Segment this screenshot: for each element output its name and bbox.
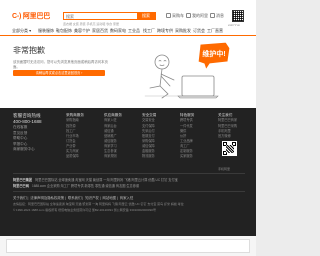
maintenance-badge: 维护中!	[197, 41, 231, 72]
footer-link[interactable]: 先采后付	[142, 129, 156, 134]
chevron-down-icon: ▾	[29, 28, 32, 33]
nav-item[interactable]: 订货会	[193, 28, 205, 34]
messages-label: 消息	[216, 13, 224, 18]
footer-link[interactable]: 商家规则	[104, 154, 122, 159]
footer: 客服咨询热线 400-800-1688 在线客服 意见反馈 帮助中心 举报中心 …	[0, 108, 256, 256]
bottom-panel	[6, 239, 250, 253]
footer-link[interactable]: 物流服务	[142, 154, 156, 159]
search-button[interactable]: 搜索	[137, 13, 155, 19]
nav-item[interactable]: 服装服饰	[38, 28, 54, 34]
footer-divider	[13, 173, 245, 174]
site-logo[interactable]: C-) 阿里巴巴	[12, 11, 50, 21]
enterprise-row: 阿里巴巴网 1688.com 企业采购 淘工厂 跨境专供 新零售 零售通 诚信通 …	[13, 183, 139, 188]
logo-text: 阿里巴巴	[22, 13, 51, 20]
my-alibaba-label: 我的阿里	[192, 13, 208, 18]
footer-link[interactable]: 网站地图	[102, 196, 116, 200]
nav-item[interactable]: 鞋包配饰	[56, 28, 72, 34]
app-qr-code-icon[interactable]	[232, 10, 244, 22]
error-panel: 非常抱歉 该页面暂时无法访问，您可以先浏览其他页面或稍后再访问本页面。 请稍后再…	[0, 36, 256, 108]
message-icon	[210, 13, 215, 18]
footer-column-supplier: 供应商服务 商家入驻 商家后台 诚信通 营销推广 诚信服务 商家学习 生意参谋 …	[104, 113, 122, 159]
main-nav: 全部分类 ▾ 服装服饰 鞋包配饰 美容个护 家居百货 数码家电 工业品 找工厂 …	[0, 26, 256, 36]
footer-link[interactable]: 交易安全	[142, 118, 156, 123]
footer-link[interactable]: 官方微博	[218, 134, 237, 139]
all-categories-button[interactable]: 全部分类 ▾	[12, 28, 31, 34]
cart-link[interactable]: 采购车	[166, 13, 184, 19]
footer-link[interactable]: 品质保障	[66, 154, 84, 159]
footer-link[interactable]: 一件代发	[180, 124, 194, 129]
nav-item[interactable]: 采购批发	[175, 28, 191, 34]
footer-link[interactable]: 知识产权	[85, 196, 99, 200]
footer-service: 客服咨询热线 400-800-1688 在线客服 意见反馈 帮助中心 举报中心 …	[13, 113, 42, 153]
bottom-bar	[0, 236, 256, 256]
footer-link[interactable]: 阿里巴巴采购	[218, 124, 237, 129]
nav-item[interactable]: 跨境专供	[157, 28, 173, 34]
footer-column-buyer: 采购商服务 采购指南 找货源 找工厂 行业市场 订货会 产业带 实力商家 品质保…	[66, 113, 84, 159]
nav-item[interactable]: 工业品	[128, 28, 140, 34]
nav-item[interactable]: 工厂直营	[207, 28, 223, 34]
all-categories-label: 全部分类	[12, 28, 28, 33]
footer-link[interactable]: 买家服务	[180, 154, 194, 159]
enterprise-label: 阿里巴巴集团	[13, 178, 33, 182]
nav-item[interactable]: 数码家电	[110, 28, 126, 34]
search-box: 搜索	[63, 12, 156, 20]
footer-link[interactable]: 联系我们	[68, 196, 82, 200]
back-home-button[interactable]: 请稍后再试或点击这里返回首页 ›	[13, 70, 105, 76]
enterprise-row: 阿里巴巴集团 阿里巴巴国际站 全球速卖通 淘宝网 天猫 聚划算 一淘 阿里妈妈 飞…	[13, 177, 178, 182]
footer-column-follow: 关注我们 阿里巴巴商家 阿里巴巴采购 手机阿里 官方微博	[218, 113, 237, 139]
enterprise-links[interactable]: 阿里巴巴国际站 全球速卖通 淘宝网 天猫 聚划算 一淘 阿里妈妈 飞猪 阿里云计…	[35, 178, 178, 182]
footer-link[interactable]: 法律声明及隐私权政策	[30, 196, 64, 200]
friend-links[interactable]: 友情链接：阿里巴巴国际站 全球速卖通 淘宝网 天猫 聚划算 一淘 阿里妈妈 飞猪…	[13, 202, 184, 206]
footer-divider	[13, 191, 245, 192]
user-icon	[186, 13, 191, 18]
footer-column-special: 特色服务 跨境专供 一件代发 微供 伙拼 工业品牌 淘工厂 定制服务 买家服务	[180, 113, 194, 159]
error-title: 非常抱歉	[13, 46, 45, 55]
cart-label: 采购车	[172, 13, 184, 18]
copyright: © 1999-2024 1688.com 版权所有 增值电信业务经营许可证 浙B…	[13, 208, 156, 212]
my-alibaba-link[interactable]: 我的阿里	[186, 13, 208, 19]
footer-link[interactable]: 支付保障	[142, 124, 156, 129]
search-input[interactable]	[64, 13, 139, 19]
qr-caption: 手机阿里	[218, 167, 231, 171]
logo-mark-icon: C-)	[12, 13, 22, 20]
messages-link[interactable]: 消息	[210, 13, 224, 19]
nav-item[interactable]: 找工厂	[143, 28, 155, 34]
error-description: 该页面暂时无法访问，您可以先浏览其他页面或稍后再访问本页面。	[13, 60, 108, 69]
footer-link[interactable]: 跨境专供	[180, 118, 194, 123]
maintenance-badge-text: 维护中!	[202, 49, 225, 58]
footer-column-security: 安全交易 交易安全 支付保障 先采后付 账期支付 采购保障 诚信保障 金融服务 …	[142, 113, 156, 159]
nav-item[interactable]: 家居百货	[92, 28, 108, 34]
mobile-qr-code-icon[interactable]	[222, 141, 237, 156]
enterprise-label: 阿里巴巴网	[13, 184, 29, 188]
footer-link[interactable]: 商家入驻	[120, 196, 134, 200]
maintenance-illustration: 维护中!	[144, 41, 231, 99]
page: C-) 阿里巴巴 搜索 连衣裙 女装 男装 手机壳 运动鞋 零食 家居 采购车 …	[0, 0, 256, 256]
nav-item[interactable]: 美容个护	[74, 28, 90, 34]
cart-icon	[166, 13, 171, 18]
footer-link[interactable]: 阿里巴巴商家	[218, 118, 237, 123]
enterprise-links[interactable]: 1688.com 企业采购 淘工厂 跨境专供 新零售 零售通 诚信通 商友圈 生…	[32, 184, 139, 188]
footer-links-row: 关于我们 | 法律声明及隐私权政策 | 联系我们 | 知识产权 | 网站地图 |…	[13, 196, 134, 200]
footer-link[interactable]: 关于我们	[13, 196, 27, 200]
footer-link[interactable]: 商家服务中心	[13, 147, 42, 153]
laptop-icon	[177, 75, 219, 99]
